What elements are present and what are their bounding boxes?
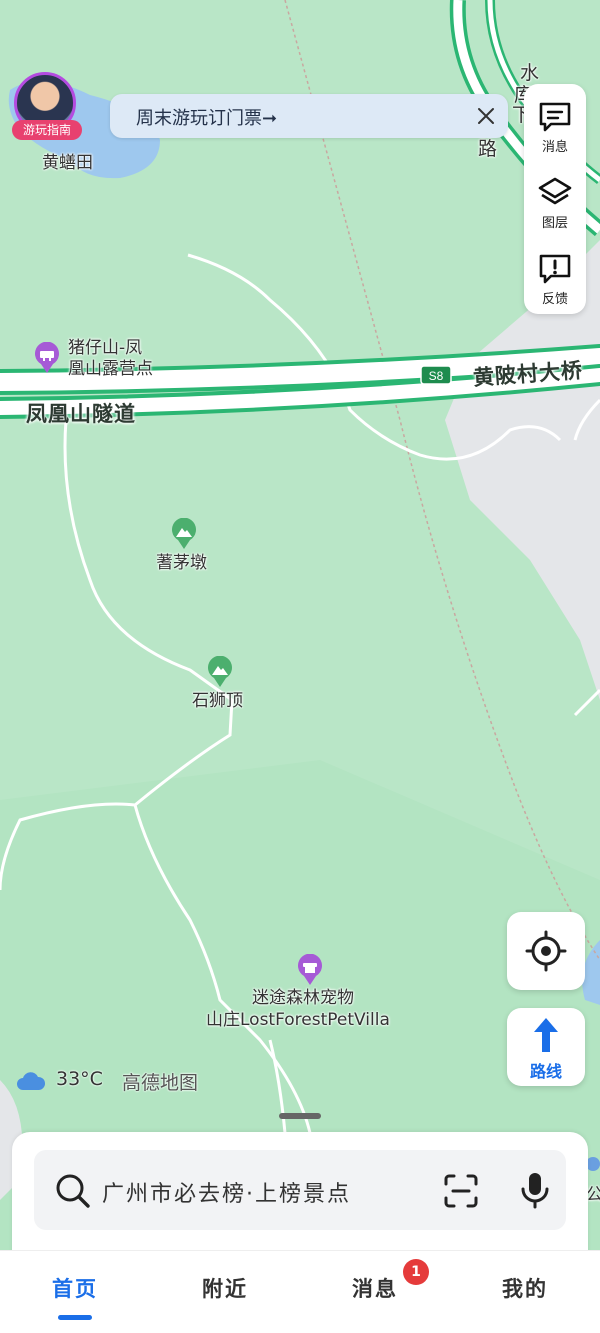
tab-profile[interactable]: 我的 [475, 1273, 575, 1303]
promo-banner[interactable]: 周末游玩订门票➞ [110, 94, 508, 138]
search-bar[interactable]: 广州市必去榜·上榜景点 [34, 1150, 566, 1230]
svg-text:S8: S8 [429, 369, 444, 383]
side-button-label: 消息 [541, 140, 568, 155]
bottom-tab-bar: 首页 附近 消息 我的 [0, 1250, 600, 1333]
mountain-pin-icon[interactable] [170, 518, 198, 550]
messages-unread-badge: 1 [403, 1259, 429, 1285]
close-icon[interactable] [472, 102, 500, 130]
side-button-layers[interactable]: 图层 [524, 166, 586, 236]
search-placeholder: 广州市必去榜·上榜景点 [102, 1182, 351, 1207]
active-tab-indicator [58, 1315, 92, 1320]
place-shimaodun[interactable]: 蓍茅墩 [156, 552, 207, 574]
tab-home[interactable]: 首页 [25, 1273, 125, 1303]
highway-shield: S8 [420, 365, 452, 385]
map-side-panel: 消息 图层 反馈 [524, 84, 586, 314]
route-button[interactable]: 路线 [507, 1008, 585, 1086]
banner-text: 周末游玩订门票➞ [136, 108, 278, 129]
shop-pin-icon[interactable] [296, 954, 324, 986]
route-label: 路线 [529, 1062, 562, 1081]
side-button-label: 图层 [541, 216, 568, 231]
place-campsite-line1[interactable]: 猪仔山-凤 [68, 337, 142, 359]
feedback-icon [539, 254, 571, 284]
tunnel-road-label: 凤凰山隧道 [26, 402, 136, 426]
campsite-pin-icon[interactable] [33, 342, 61, 374]
app-brand-text: 高德地图 [122, 1072, 199, 1094]
edge-poi-char: 公 [586, 1185, 600, 1205]
side-button-message[interactable]: 消息 [524, 90, 586, 160]
side-button-feedback[interactable]: 反馈 [524, 242, 586, 312]
place-shishiding[interactable]: 石狮顶 [192, 690, 243, 712]
route-arrow-icon [534, 1018, 558, 1052]
place-petvilla-line2[interactable]: 山庄LostForestPetVilla [206, 1009, 390, 1031]
layers-icon [538, 177, 572, 205]
side-button-label: 反馈 [541, 292, 568, 307]
place-huangshantian[interactable]: 黄蟮田 [42, 152, 93, 174]
cloud-icon [17, 1072, 46, 1090]
sheet-drag-handle[interactable] [279, 1113, 321, 1119]
temperature-text: 33°C [56, 1068, 103, 1090]
place-campsite-line2[interactable]: 凰山露营点 [68, 358, 153, 380]
tab-nearby[interactable]: 附近 [175, 1273, 275, 1303]
side-road-char-1: 水 [520, 62, 540, 84]
locate-icon [525, 930, 567, 972]
side-road-char-4: 路 [478, 138, 498, 160]
search-icon [56, 1174, 90, 1208]
scan-icon[interactable] [442, 1172, 480, 1210]
edge-poi-dot [586, 1157, 600, 1171]
travel-guide-avatar[interactable]: 游玩指南 [12, 72, 82, 142]
place-petvilla-line1[interactable]: 迷途森林宠物 [252, 987, 354, 1009]
mountain-pin-icon[interactable] [206, 656, 234, 688]
guide-badge: 游玩指南 [12, 120, 82, 140]
locate-button[interactable] [507, 912, 585, 990]
microphone-icon[interactable] [516, 1170, 554, 1210]
message-icon [539, 102, 571, 132]
